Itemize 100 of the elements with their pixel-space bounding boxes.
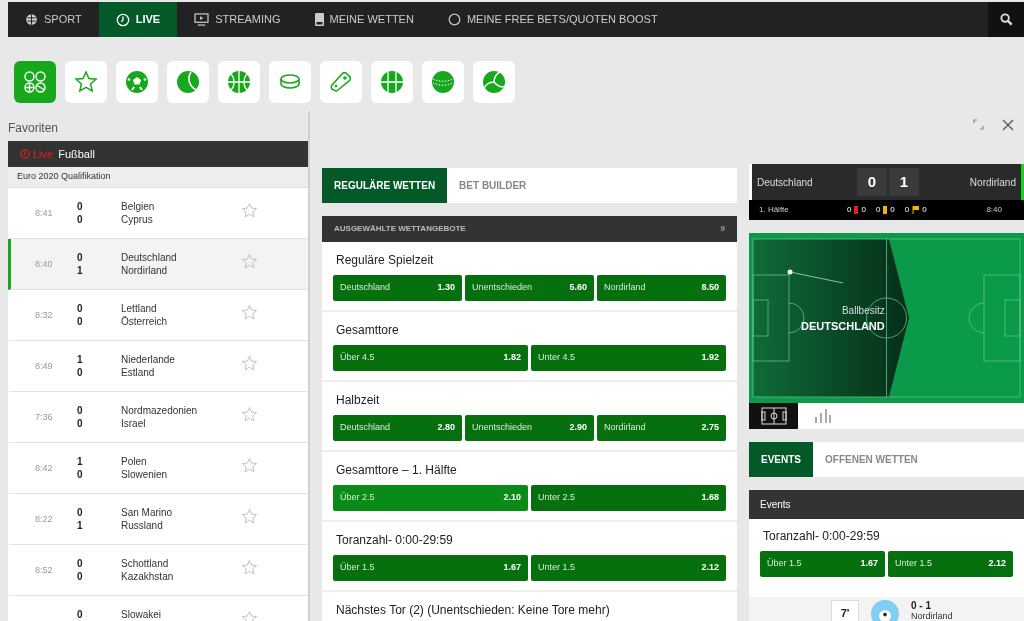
flag-icon	[912, 206, 920, 214]
team-name: Israel	[121, 417, 147, 430]
nav-tab[interactable]: MEINE WETTEN	[297, 2, 431, 37]
odds-button[interactable]: Über 1.5 1.67	[333, 555, 528, 581]
odds-button[interactable]: Unter 4.5 1.92	[531, 345, 726, 371]
odds-button[interactable]: Nordirland 8.50	[597, 275, 726, 301]
sport-tab[interactable]	[116, 61, 158, 103]
match-row[interactable]: 8:22 0 1 San Marino Russland	[8, 494, 308, 545]
market-title: Halbzeit	[335, 392, 381, 409]
possession-label: Ballbesitz	[841, 304, 885, 318]
match-row[interactable]: 8:41 0 0 Belgien Cyprus	[8, 188, 308, 239]
score: 1	[77, 519, 84, 532]
match-time: 7:36	[35, 412, 53, 422]
odds-button[interactable]: Unentschieden 2.90	[465, 415, 594, 441]
sport-tab[interactable]	[269, 61, 311, 103]
odds-button[interactable]: Unter 2.5 1.68	[531, 485, 726, 511]
score: 0	[77, 557, 84, 570]
star-icon[interactable]	[241, 508, 258, 525]
team-name: Schottland	[121, 557, 170, 570]
match-row[interactable]: 8:49 1 0 Niederlande Estland	[8, 341, 308, 392]
sport-tab[interactable]	[422, 61, 464, 103]
star-icon[interactable]	[241, 253, 258, 270]
score: 0	[77, 200, 84, 213]
close-icon[interactable]	[1002, 119, 1014, 131]
nav-tab[interactable]: SPORT	[8, 2, 99, 37]
markets-title: AUSGEWÄHLTE WETTANGEBOTE	[334, 223, 466, 235]
match-row[interactable]: 8:32 0 0 Lettland Österreich	[8, 290, 308, 341]
sport-tab[interactable]	[14, 61, 56, 103]
star-icon[interactable]	[241, 406, 258, 423]
sport-tab[interactable]	[167, 61, 209, 103]
market-title: Nächstes Tor (2) (Unentschieden: Keine Tore mehr)	[335, 602, 611, 619]
volleyball-icon	[482, 70, 506, 94]
odds-button[interactable]: Über 1.5 1.67	[760, 551, 885, 577]
match-row[interactable]: 0 Slowakei	[8, 596, 308, 621]
star-icon[interactable]	[241, 457, 258, 474]
score: 0	[77, 251, 84, 264]
odds-button[interactable]: Nordirland 2.75	[597, 415, 726, 441]
nav-tab[interactable]: STREAMING	[177, 2, 298, 37]
match-row[interactable]: 8:52 0 0 Schottland Kazakhstan	[8, 545, 308, 596]
odds-button[interactable]: Deutschland 1.30	[333, 275, 462, 301]
search-button[interactable]	[988, 2, 1024, 37]
stat-value: 0	[847, 204, 852, 216]
match-row[interactable]: 8:42 1 0 Polen Slowenien	[8, 443, 308, 494]
match-row[interactable]: 8:40 0 1 Deutschland Nordirland	[8, 239, 308, 290]
score: 0	[77, 608, 84, 621]
sport-tab[interactable]	[473, 61, 515, 103]
bet-tab[interactable]: REGULÄRE WETTEN	[322, 168, 448, 203]
sports-grid-icon	[23, 70, 47, 94]
team-name: San Marino	[121, 506, 174, 519]
match-period: 1. Hälfte	[759, 204, 790, 216]
odds-button[interactable]: Über 4.5 1.82	[333, 345, 528, 371]
search-icon	[999, 13, 1013, 26]
match-time: 8:52	[35, 565, 53, 575]
odds-button[interactable]: Über 2.5 2.10	[333, 485, 528, 511]
gamepad-icon	[329, 70, 353, 94]
event-minute: 7'	[831, 600, 859, 621]
odds-button[interactable]: Unentschieden 5.60	[465, 275, 594, 301]
cricket-ball-icon	[431, 70, 455, 94]
bet-tab[interactable]: BET BUILDER	[447, 168, 539, 203]
star-icon	[74, 70, 98, 94]
sport-tab[interactable]	[218, 61, 260, 103]
card-icon	[883, 206, 888, 214]
market-title: Toranzahl- 0:00-29:59	[335, 532, 454, 549]
event-tab[interactable]: EVENTS	[749, 442, 813, 477]
nav-tab[interactable]: MEINE FREE BETS/QUOTEN BOOST	[430, 2, 675, 37]
sport-tab[interactable]	[320, 61, 362, 103]
stat-value: 0	[861, 204, 866, 216]
live-label: Live	[33, 146, 54, 162]
score: 0	[77, 213, 84, 226]
odds-button[interactable]: Unter 1.5 2.12	[531, 555, 726, 581]
event-score: 0 - 1	[911, 600, 932, 611]
odds-button[interactable]: Deutschland 2.80	[333, 415, 462, 441]
match-time: 8:49	[35, 361, 53, 371]
score: 0	[77, 417, 84, 430]
match-time: 8:32	[35, 310, 53, 320]
market-title: Gesamttore	[335, 322, 400, 339]
view-tab[interactable]	[749, 403, 798, 429]
bar-chart-icon	[813, 409, 832, 423]
sport-tab[interactable]	[371, 61, 413, 103]
event-tab[interactable]: OFFENEN WETTEN	[813, 442, 930, 477]
card-icon	[854, 206, 859, 214]
star-icon[interactable]	[241, 202, 258, 219]
circle-icon	[447, 13, 461, 26]
team-name: Russland	[121, 519, 164, 532]
team-name: Deutschland	[757, 175, 814, 190]
score: 0	[77, 302, 84, 315]
star-icon[interactable]	[241, 304, 258, 321]
football-icon	[125, 70, 149, 94]
market-title: Reguläre Spielzeit	[335, 252, 435, 269]
sport-tab[interactable]	[65, 61, 107, 103]
score: 1	[889, 168, 919, 196]
expand-icon[interactable]	[973, 119, 984, 130]
team-name: Belgien	[121, 200, 156, 213]
stat-value: 0	[875, 204, 881, 216]
nav-tab[interactable]: LIVE	[98, 2, 178, 37]
odds-button[interactable]: Unter 1.5 2.12	[888, 551, 1013, 577]
match-row[interactable]: 7:36 0 0 Nordmazedonien Israel	[8, 392, 308, 443]
star-icon[interactable]	[241, 559, 258, 576]
star-icon[interactable]	[241, 355, 258, 372]
sport-name: Fußball	[58, 146, 95, 162]
